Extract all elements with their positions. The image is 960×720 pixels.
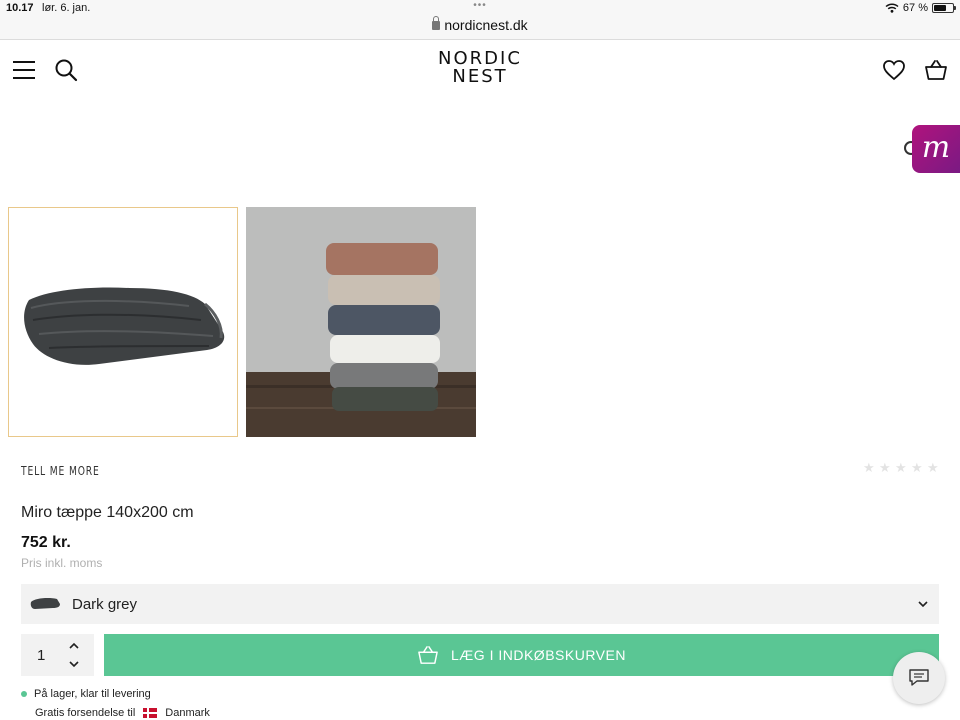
brand-name[interactable]: TELL ME MORE: [21, 464, 100, 478]
url-text: nordicnest.dk: [444, 17, 528, 33]
chat-button[interactable]: [893, 652, 945, 704]
rating-stars[interactable]: ★ ★ ★ ★ ★: [863, 461, 940, 474]
add-to-cart-button[interactable]: LÆG I INDKØBSKURVEN: [104, 634, 939, 676]
status-bar: 10.17 lør. 6. jan. ••• nordicnest.dk 67 …: [0, 0, 960, 40]
battery-percent: 67 %: [902, 2, 928, 14]
basket-icon: [418, 646, 438, 664]
price-note: Pris inkl. moms: [21, 556, 103, 570]
quantity-stepper[interactable]: 1: [21, 634, 94, 676]
product-price: 752 kr.: [21, 534, 71, 551]
heart-icon[interactable]: [882, 59, 906, 81]
site-header: NORDIC NEST: [0, 40, 960, 100]
chat-icon: [909, 669, 929, 686]
chevron-down-icon[interactable]: [68, 659, 80, 669]
product-thumbnail-2[interactable]: [246, 207, 476, 437]
nordic-nest-logo[interactable]: NORDIC NEST: [0, 50, 960, 86]
battery-icon: [932, 3, 956, 13]
add-to-cart-label: LÆG I INDKØBSKURVEN: [451, 647, 626, 663]
variant-swatch-icon: [30, 598, 60, 609]
multitask-dots[interactable]: •••: [0, 0, 960, 11]
quantity-value[interactable]: 1: [37, 647, 45, 664]
basket-icon[interactable]: [924, 58, 948, 82]
shipping-info: Gratis forsendelse til Danmark: [35, 707, 210, 719]
folded-blanket-image: [24, 287, 225, 365]
star-icon: ★: [911, 460, 923, 475]
star-icon: ★: [879, 460, 891, 475]
wifi-icon: [885, 3, 899, 13]
star-icon: ★: [863, 460, 875, 475]
m-badge-button[interactable]: m: [912, 125, 960, 173]
chevron-down-icon: [918, 601, 928, 608]
shipping-label: Gratis forsendelse til: [35, 707, 136, 719]
chevron-up-icon[interactable]: [68, 641, 80, 651]
url-bar[interactable]: nordicnest.dk: [0, 16, 960, 33]
lock-icon: [432, 16, 441, 30]
variant-select[interactable]: Dark grey: [21, 584, 939, 624]
logo-line-2: NEST: [452, 66, 508, 87]
stacked-blankets-image: [246, 207, 476, 437]
stock-status: På lager, klar til levering: [21, 688, 151, 700]
product-thumbnail-1[interactable]: [8, 207, 238, 437]
star-icon: ★: [927, 460, 939, 475]
danish-flag-icon: [143, 708, 158, 718]
stock-status-label: På lager, klar til levering: [34, 688, 151, 700]
shipping-country: Danmark: [165, 707, 210, 719]
status-indicators: 67 %: [885, 2, 956, 14]
star-icon: ★: [895, 460, 907, 475]
product-title: Miro tæppe 140x200 cm: [21, 504, 194, 521]
in-stock-dot-icon: [21, 691, 27, 697]
variant-selected-value: Dark grey: [72, 596, 138, 613]
